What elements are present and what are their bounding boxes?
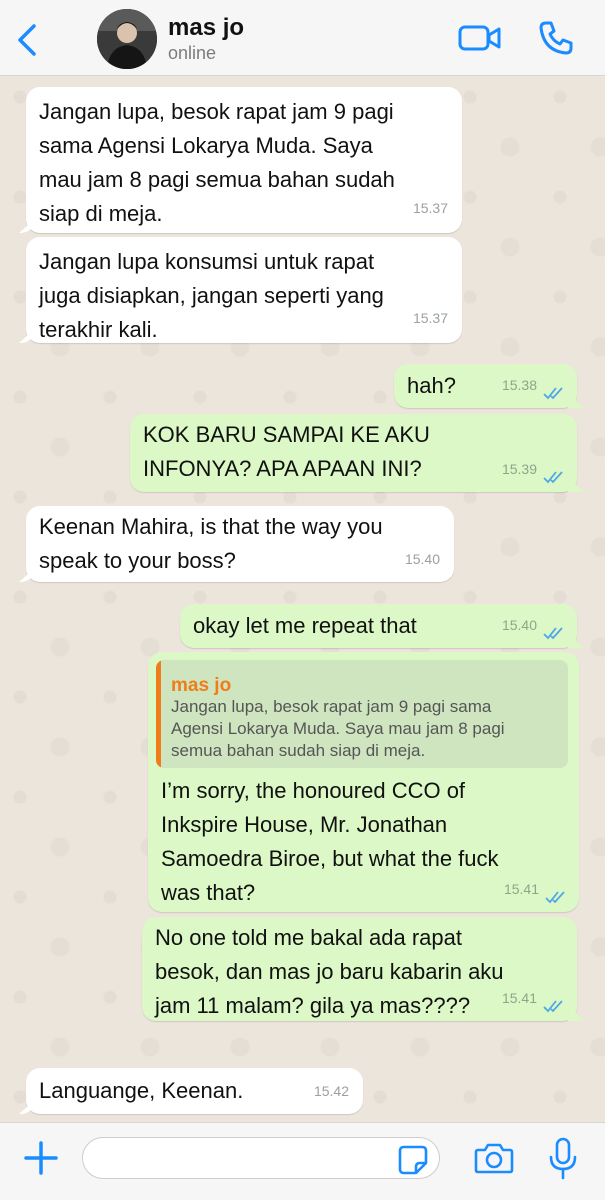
message-text: I’m sorry, the honoured CCO of Inkspire … (161, 778, 499, 905)
read-receipt-icon (543, 471, 563, 484)
message-text: Languange, Keenan. (39, 1078, 244, 1103)
message-time: 15.39 (501, 461, 537, 477)
message-text: Keenan Mahira, is that the way you speak… (39, 514, 383, 573)
quoted-text: Jangan lupa, besok rapat jam 9 pagi sama… (171, 697, 505, 760)
message-time: 15.41 (501, 990, 537, 1006)
message-list[interactable]: Jangan lupa, besok rapat jam 9 pagi sama… (0, 77, 605, 1122)
sticker-icon[interactable] (398, 1145, 428, 1175)
composer-bar (0, 1122, 605, 1200)
message-time: 15.37 (412, 200, 448, 216)
avatar-photo (97, 9, 157, 69)
outgoing-reply-message[interactable]: mas jo Jangan lupa, besok rapat jam 9 pa… (148, 652, 579, 912)
message-time: 15.37 (412, 310, 448, 326)
quoted-message[interactable]: mas jo Jangan lupa, besok rapat jam 9 pa… (156, 660, 568, 768)
contact-name[interactable]: mas jo (168, 14, 244, 42)
read-receipt-icon (543, 1000, 563, 1013)
plus-icon[interactable] (22, 1139, 60, 1177)
outgoing-message[interactable]: hah? 15.38 (394, 364, 577, 408)
message-text: Jangan lupa konsumsi untuk rapat juga di… (39, 249, 384, 342)
chat-header: mas jo online (0, 0, 605, 76)
message-text: okay let me repeat that (193, 613, 417, 638)
read-receipt-icon (543, 627, 563, 640)
message-time: 15.41 (503, 881, 539, 897)
outgoing-message[interactable]: No one told me bakal ada rapat besok, da… (142, 917, 577, 1021)
message-text: No one told me bakal ada rapat besok, da… (155, 925, 504, 1018)
camera-icon[interactable] (474, 1141, 514, 1175)
message-text: KOK BARU SAMPAI KE AKU INFONYA? APA APAA… (143, 422, 430, 481)
message-time: 15.40 (501, 617, 537, 633)
message-input[interactable] (82, 1137, 440, 1179)
back-chevron-icon[interactable] (12, 22, 42, 58)
outgoing-message[interactable]: okay let me repeat that 15.40 (180, 604, 577, 648)
phone-call-icon[interactable] (538, 20, 574, 56)
message-time: 15.38 (501, 377, 537, 393)
outgoing-message[interactable]: KOK BARU SAMPAI KE AKU INFONYA? APA APAA… (130, 414, 577, 492)
incoming-message[interactable]: Jangan lupa konsumsi untuk rapat juga di… (26, 237, 462, 343)
contact-status: online (168, 43, 217, 63)
read-receipt-icon (543, 387, 563, 400)
incoming-message[interactable]: Jangan lupa, besok rapat jam 9 pagi sama… (26, 87, 462, 233)
video-call-icon[interactable] (458, 22, 502, 54)
incoming-message[interactable]: Keenan Mahira, is that the way you speak… (26, 506, 454, 582)
message-text: hah? (407, 373, 456, 398)
message-time: 15.40 (404, 551, 440, 567)
read-receipt-icon (545, 891, 565, 904)
message-text: Jangan lupa, besok rapat jam 9 pagi sama… (39, 99, 395, 226)
incoming-message[interactable]: Languange, Keenan. 15.42 (26, 1068, 363, 1114)
message-time: 15.42 (313, 1083, 349, 1099)
quote-accent-bar (156, 660, 161, 768)
microphone-icon[interactable] (548, 1137, 578, 1181)
avatar[interactable] (97, 9, 157, 69)
